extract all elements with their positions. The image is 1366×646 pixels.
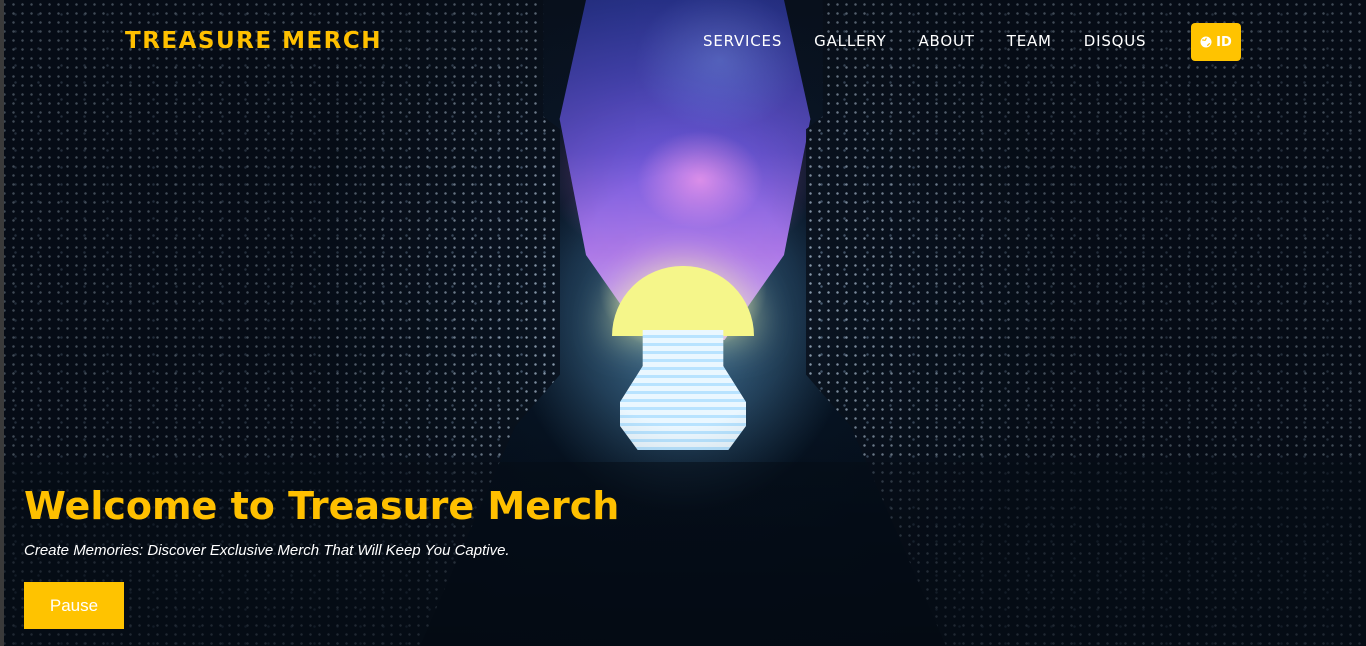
- nav-item-about: ABOUT: [918, 32, 1006, 50]
- hero-title: Welcome to Treasure Merch: [24, 484, 620, 528]
- hero-video-background: TREASURE MERCH SERVICES GALLERY ABOUT TE…: [0, 0, 1366, 646]
- nav-item-gallery: GALLERY: [814, 32, 918, 50]
- nav-link-disqus[interactable]: DISQUS: [1084, 32, 1147, 50]
- language-label: ID: [1216, 34, 1232, 50]
- nav-menu: SERVICES GALLERY ABOUT TEAM DISQUS: [703, 32, 1178, 50]
- top-navbar: TREASURE MERCH SERVICES GALLERY ABOUT TE…: [0, 0, 1366, 84]
- nav-item-team: TEAM: [1007, 32, 1084, 50]
- nav-link-gallery[interactable]: GALLERY: [814, 32, 886, 50]
- globe-icon: [1200, 36, 1212, 48]
- left-frame-edge: [0, 0, 4, 646]
- hero-subtitle: Create Memories: Discover Exclusive Merc…: [24, 542, 510, 559]
- nav-link-team[interactable]: TEAM: [1007, 32, 1052, 50]
- brand-logo[interactable]: TREASURE MERCH: [125, 28, 382, 54]
- light-staircase: [620, 330, 746, 450]
- nav-item-services: SERVICES: [703, 32, 814, 50]
- language-switch-button[interactable]: ID: [1191, 23, 1241, 61]
- nav-link-services[interactable]: SERVICES: [703, 32, 782, 50]
- nav-link-about[interactable]: ABOUT: [918, 32, 974, 50]
- nav-item-disqus: DISQUS: [1084, 32, 1179, 50]
- pause-video-button[interactable]: Pause: [24, 582, 124, 629]
